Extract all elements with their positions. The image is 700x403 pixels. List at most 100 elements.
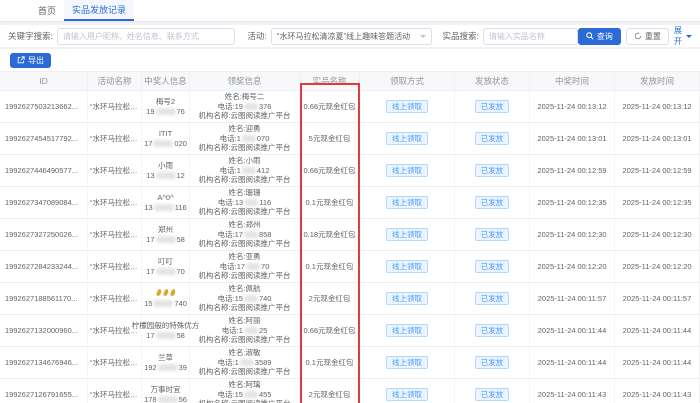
cell-status: 已发放 <box>455 379 530 403</box>
cell-grant-time: 2025-11-24 00:12:20 <box>615 251 700 282</box>
redacted-blur <box>153 300 174 308</box>
content-panel: 导出 ID 活动名称 中奖人信息 领奖信息 实品名称 领取方式 发放状态 中奖时… <box>0 49 700 403</box>
reset-button[interactable]: 重置 <box>625 27 669 45</box>
cell-claim-method: 线上领取 <box>360 283 455 314</box>
table-toolbar: 导出 <box>0 49 700 71</box>
prize-search-input[interactable] <box>482 27 578 45</box>
tab-bar: 首页 实品发放记录 <box>0 0 700 22</box>
cell-grant-time: 2025-11-24 00:12:30 <box>615 219 700 250</box>
header-cell-id: ID <box>0 72 88 90</box>
cell-claim-method: 线上领取 <box>360 91 455 122</box>
gold-drop-icon <box>162 288 169 297</box>
header-cell-winner: 中奖人信息 <box>142 72 190 90</box>
redacted-blur <box>239 359 254 367</box>
cell-status: 已发放 <box>455 219 530 250</box>
cell-status: 已发放 <box>455 283 530 314</box>
claim-method-tag: 线上领取 <box>386 260 428 273</box>
expand-button[interactable]: 展开 <box>674 25 692 47</box>
cell-prize-name: 0.66元现金红包 <box>300 315 360 346</box>
header-cell-claim-info: 领奖信息 <box>190 72 300 90</box>
claim-phone: 电话:15 740 <box>217 293 272 303</box>
activity-label: 活动: <box>247 31 267 41</box>
status-badge: 已发放 <box>474 388 510 401</box>
cell-grant-time: 2025-11-24 00:13:12 <box>615 91 700 122</box>
cell-grant-time: 2025-11-24 00:11:44 <box>615 315 700 346</box>
export-button[interactable]: 导出 <box>10 52 51 68</box>
redacted-blur <box>244 199 259 207</box>
cell-claim-info: 姓名:珊珊 电话:13 116 机构名称:云图阅读推广平台 <box>190 187 300 218</box>
cell-winner-info: 郑州 17 58 <box>142 219 190 250</box>
header-cell-activity: 活动名称 <box>88 72 142 90</box>
chevron-down-icon <box>686 34 692 41</box>
cell-claim-info: 姓名:淑敏 电话:1 3589 机构名称:云图阅读推广平台 <box>190 347 300 378</box>
winner-name: 叮叮 <box>158 257 173 266</box>
winner-name: 小雨 <box>158 161 173 170</box>
winner-phone: 13 12 <box>146 170 185 180</box>
redacted-blur <box>153 204 174 212</box>
cell-status: 已发放 <box>455 155 530 186</box>
status-badge: 已发放 <box>474 292 510 305</box>
cell-status: 已发放 <box>455 123 530 154</box>
claim-name: 姓名:小雨 <box>228 156 261 166</box>
winner-name <box>155 288 176 299</box>
winner-name: 兰草 <box>158 353 173 362</box>
claim-org: 机构名称:云图阅读推广平台 <box>198 111 291 121</box>
status-badge: 已发放 <box>474 356 510 369</box>
gold-drop-icon <box>169 288 176 297</box>
claim-phone: 电话:1 412 <box>219 165 270 175</box>
status-badge: 已发放 <box>474 164 510 177</box>
cell-claim-info: 姓名:梅号二 电话:19 376 机构名称:云图阅读推广平台 <box>190 91 300 122</box>
cell-win-time: 2025-11-24 00:13:01 <box>530 123 615 154</box>
cell-claim-method: 线上领取 <box>360 187 455 218</box>
cell-prize-name: 2元现金红包 <box>300 283 360 314</box>
claim-phone: 电话:17 858 <box>217 229 272 239</box>
cell-claim-info: 姓名:小雨 电话:1 412 机构名称:云图阅读推广平台 <box>190 155 300 186</box>
claim-name: 姓名:淑敏 <box>228 348 261 358</box>
redacted-blur <box>243 295 258 303</box>
cell-winner-info: 兰草 192 39 <box>142 347 190 378</box>
cell-claim-info: 姓名:佩航 电话:15 740 机构名称:云图阅读推广平台 <box>190 283 300 314</box>
prize-search-label: 实品搜索: <box>442 31 479 41</box>
cell-winner-info: 梅号2 19 76 <box>142 91 190 122</box>
claim-method-tag: 线上领取 <box>386 164 428 177</box>
cell-win-time: 2025-11-24 00:11:44 <box>530 315 615 346</box>
cell-id: 1992627454517792... <box>0 123 88 154</box>
activity-select-value: “水环马拉松清凉夏”线上趣味答题活动 <box>276 31 411 41</box>
table-row: 1992627347089084... “水环马拉松清凉夏”线... A^0^ … <box>0 187 700 219</box>
cell-win-time: 2025-11-24 00:11:43 <box>530 379 615 403</box>
cell-claim-method: 线上领取 <box>360 251 455 282</box>
winner-name: 郑州 <box>158 225 173 234</box>
keyword-search-input[interactable] <box>56 27 236 45</box>
claim-name: 姓名:迎勇 <box>228 124 261 134</box>
winner-phone: 178 56 <box>144 394 187 403</box>
cell-id: 1992627132000960... <box>0 315 88 346</box>
cell-winner-info: 万事时宜 178 56 <box>142 379 190 403</box>
winner-phone: 17 020 <box>144 138 187 148</box>
header-cell-status: 发放状态 <box>455 72 530 90</box>
cell-activity: “水环马拉松清凉夏”线... <box>88 155 142 186</box>
claim-org: 机构名称:云图阅读推广平台 <box>198 175 291 185</box>
chevron-down-icon <box>420 34 427 41</box>
redacted-blur <box>241 167 256 175</box>
tab-home[interactable]: 首页 <box>30 0 64 21</box>
cell-win-time: 2025-11-24 00:13:12 <box>530 91 615 122</box>
claim-org: 机构名称:云图阅读推广平台 <box>198 367 291 377</box>
claim-phone: 电话:15 455 <box>217 389 272 399</box>
claim-phone: 电话:19 376 <box>217 101 272 111</box>
cell-grant-time: 2025-11-24 00:11:44 <box>615 347 700 378</box>
search-button[interactable]: 查询 <box>577 27 621 45</box>
table-row: 1992627126791655... “水环马拉松清凉夏”线... 万事时宜 … <box>0 379 700 403</box>
winner-phone: 17 70 <box>146 266 185 276</box>
cell-winner-info: 小雨 13 12 <box>142 155 190 186</box>
cell-activity: “水环马拉松清凉夏”线... <box>88 219 142 250</box>
tab-record[interactable]: 实品发放记录 <box>64 0 135 21</box>
redacted-blur <box>241 135 256 143</box>
redacted-blur <box>155 268 176 276</box>
claim-method-tag: 线上领取 <box>386 388 428 401</box>
header-cell-prize: 实品名称 <box>300 72 360 90</box>
claim-org: 机构名称:云图阅读推广平台 <box>198 143 291 153</box>
cell-activity: “水环马拉松清凉夏”线... <box>88 315 142 346</box>
cell-winner-info: A^0^ 13 116 <box>142 187 190 218</box>
activity-select[interactable]: “水环马拉松清凉夏”线上趣味答题活动 <box>270 27 433 45</box>
claim-org: 机构名称:云图阅读推广平台 <box>198 399 290 403</box>
